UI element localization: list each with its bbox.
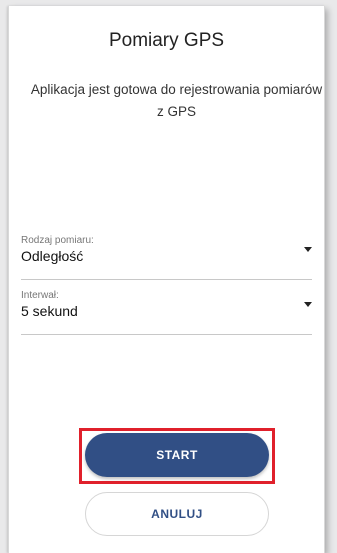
- dropdown-arrow-icon: [304, 247, 312, 252]
- interval-select[interactable]: Interwał: 5 sekund: [21, 290, 312, 335]
- interval-value: 5 sekund: [21, 303, 78, 319]
- interval-label: Interwał:: [21, 290, 59, 301]
- page-title: Pomiary GPS: [108, 30, 225, 51]
- status-message: Aplikacja jest gotowa do rejestrowania p…: [30, 82, 323, 119]
- screenshot-frame: Pomiary GPS Aplikacja jest gotowa do rej…: [0, 0, 337, 553]
- measurement-type-select[interactable]: Rodzaj pomiaru: Odległość: [21, 235, 312, 280]
- measurement-type-value: Odległość: [21, 248, 84, 264]
- cancel-button[interactable]: ANULUJ: [85, 492, 269, 536]
- dropdown-arrow-icon: [304, 302, 312, 307]
- start-button[interactable]: START: [85, 433, 269, 477]
- measurement-type-label: Rodzaj pomiaru:: [21, 235, 94, 246]
